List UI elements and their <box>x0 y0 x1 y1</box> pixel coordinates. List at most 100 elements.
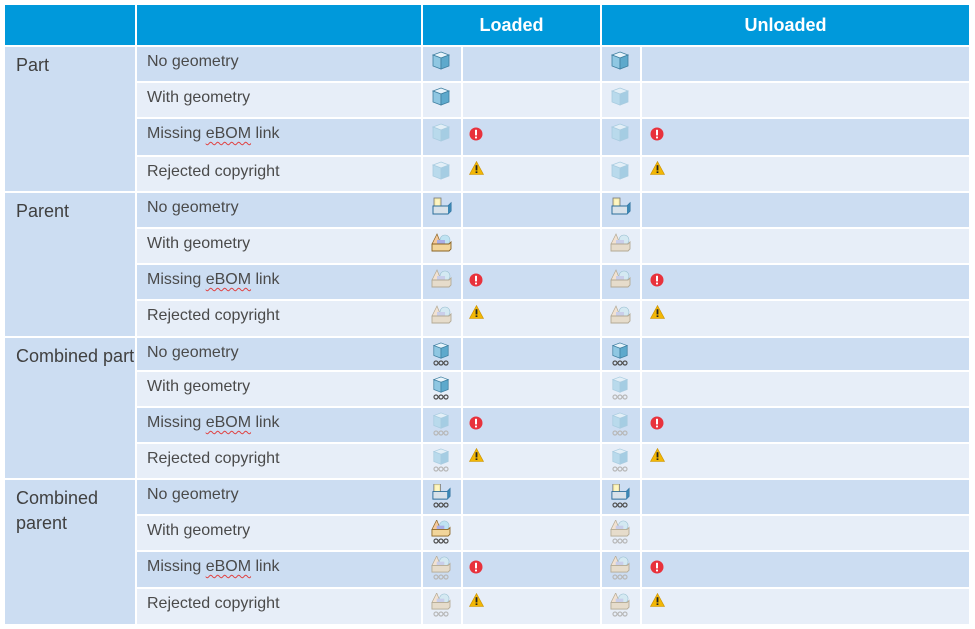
header-group-cell <box>5 5 135 45</box>
part-icon <box>431 51 453 75</box>
error-icon <box>650 416 664 430</box>
row-state-label: With geometry <box>137 516 421 550</box>
header-unloaded: Unloaded <box>602 5 969 45</box>
row-state-label: No geometry <box>137 47 421 81</box>
spellcheck-underline: eBOM <box>205 558 252 575</box>
row-state-text: With geometry <box>147 235 251 252</box>
error-icon <box>469 127 483 141</box>
loaded-status-cell <box>463 444 600 478</box>
warning-icon <box>469 593 484 607</box>
unloaded-status-cell <box>642 516 969 550</box>
header-loaded: Loaded <box>423 5 600 45</box>
combined-parent-empty-icon <box>610 484 632 508</box>
combined-part-icon <box>431 412 453 436</box>
loaded-status-cell <box>463 408 600 442</box>
row-state-label: No geometry <box>137 480 421 514</box>
row-state-text: Rejected copyright <box>147 307 280 324</box>
loaded-icon-cell <box>423 229 461 263</box>
unloaded-status-cell <box>642 480 969 514</box>
unloaded-status-cell <box>642 408 969 442</box>
combined-part-icon <box>431 448 453 472</box>
row-state-label: Missing eBOM link <box>137 408 421 442</box>
unloaded-icon-cell <box>602 408 640 442</box>
group-label-part: Part <box>5 47 135 191</box>
row-state-label: Missing eBOM link <box>137 119 421 155</box>
row-state-text: No geometry <box>147 53 239 70</box>
unloaded-icon-cell <box>602 229 640 263</box>
loaded-status-cell <box>463 589 600 624</box>
group-label-parent: Parent <box>5 193 135 336</box>
row-state-text: No geometry <box>147 199 239 216</box>
combined-part-icon <box>610 342 632 366</box>
part-icon <box>431 87 453 111</box>
loaded-status-cell <box>463 301 600 336</box>
loaded-icon-cell <box>423 157 461 191</box>
combined-part-icon <box>610 412 632 436</box>
unloaded-status-cell <box>642 265 969 299</box>
loaded-status-cell <box>463 229 600 263</box>
row-state-text: Missing eBOM link <box>147 414 280 431</box>
unloaded-status-cell <box>642 589 969 624</box>
loaded-status-cell <box>463 193 600 227</box>
row-state-label: Missing eBOM link <box>137 265 421 299</box>
error-icon <box>650 273 664 287</box>
combined-part-icon <box>610 448 632 472</box>
combined-parent-geometry-icon <box>431 593 453 617</box>
loaded-status-cell <box>463 552 600 587</box>
loaded-icon-cell <box>423 119 461 155</box>
loaded-status-cell <box>463 83 600 117</box>
loaded-status-cell <box>463 265 600 299</box>
row-state-label: Rejected copyright <box>137 444 421 478</box>
loaded-icon-cell <box>423 589 461 624</box>
warning-icon <box>650 593 665 607</box>
row-state-label: No geometry <box>137 338 421 370</box>
part-icon <box>610 123 632 147</box>
unloaded-status-cell <box>642 47 969 81</box>
unloaded-status-cell <box>642 83 969 117</box>
loaded-icon-cell <box>423 480 461 514</box>
unloaded-status-cell <box>642 338 969 370</box>
combined-parent-empty-icon <box>431 484 453 508</box>
unloaded-icon-cell <box>602 552 640 587</box>
row-state-label: Rejected copyright <box>137 157 421 191</box>
warning-icon <box>650 305 665 319</box>
loaded-status-cell <box>463 372 600 406</box>
loaded-status-cell <box>463 338 600 370</box>
row-state-text: Missing eBOM link <box>147 271 280 288</box>
unloaded-icon-cell <box>602 47 640 81</box>
combined-parent-geometry-icon <box>431 520 453 544</box>
loaded-icon-cell <box>423 516 461 550</box>
unloaded-icon-cell <box>602 589 640 624</box>
error-icon <box>650 127 664 141</box>
loaded-status-cell <box>463 516 600 550</box>
part-icon <box>610 161 632 185</box>
parent-geometry-icon <box>431 233 453 257</box>
parent-geometry-icon <box>610 305 632 329</box>
unloaded-icon-cell <box>602 83 640 117</box>
unloaded-icon-cell <box>602 516 640 550</box>
error-icon <box>469 416 483 430</box>
part-icon <box>431 161 453 185</box>
row-state-text: No geometry <box>147 486 239 503</box>
loaded-status-cell <box>463 47 600 81</box>
row-state-text: With geometry <box>147 89 251 106</box>
parent-geometry-icon <box>610 233 632 257</box>
loaded-icon-cell <box>423 444 461 478</box>
combined-part-icon <box>610 376 632 400</box>
loaded-status-cell <box>463 480 600 514</box>
warning-icon <box>650 448 665 462</box>
warning-icon <box>650 161 665 175</box>
row-state-label: Rejected copyright <box>137 589 421 624</box>
group-label-combined-parent: Combined parent <box>5 480 135 624</box>
loaded-icon-cell <box>423 83 461 117</box>
loaded-icon-cell <box>423 338 461 370</box>
unloaded-status-cell <box>642 301 969 336</box>
row-state-text: Rejected copyright <box>147 450 280 467</box>
part-icon <box>431 123 453 147</box>
loaded-icon-cell <box>423 301 461 336</box>
warning-icon <box>469 448 484 462</box>
spellcheck-underline: eBOM <box>205 271 252 288</box>
row-state-text: Missing eBOM link <box>147 125 280 142</box>
unloaded-icon-cell <box>602 119 640 155</box>
combined-parent-geometry-icon <box>610 556 632 580</box>
